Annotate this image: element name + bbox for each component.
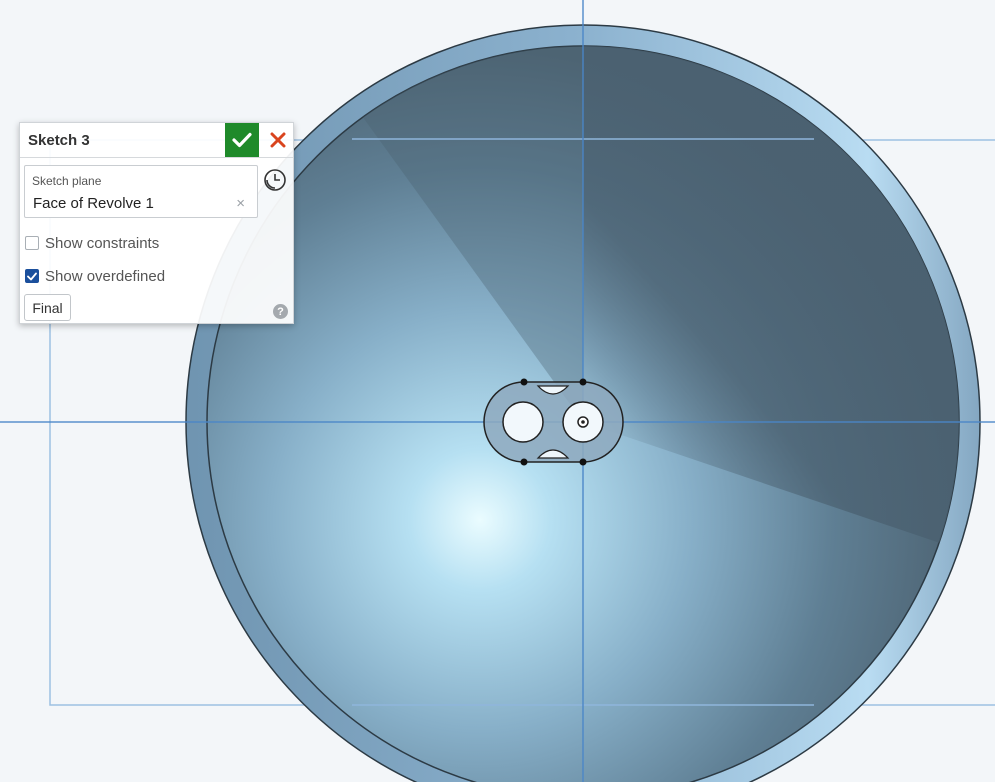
show-overdefined-checkbox[interactable] [25,269,39,283]
show-constraints-label: Show constraints [45,234,160,252]
dialog-title: Sketch 3 [28,132,90,149]
sketch-point-bottom-right[interactable] [579,458,587,466]
show-constraints-row[interactable]: Show constraints [25,233,159,253]
show-constraints-checkbox[interactable] [25,236,39,250]
show-overdefined-label: Show overdefined [45,267,166,285]
sketch-plane-label: Sketch plane [32,174,102,188]
final-button[interactable]: Final [24,294,71,321]
close-icon [270,132,286,148]
sketch-plane-field[interactable]: Sketch plane Face of Revolve 1 × [24,165,258,218]
clear-selection-icon[interactable]: × [236,195,245,212]
sketch-point-top-left[interactable] [520,378,528,386]
sketch-point-top-right[interactable] [579,378,587,386]
sketch-hole-left[interactable] [502,401,544,443]
history-button[interactable] [263,168,287,192]
sketch-profile[interactable] [483,378,624,466]
dialog-header: Sketch 3 [20,123,293,158]
3d-viewport[interactable] [0,0,995,782]
help-icon[interactable]: ? [273,304,288,319]
show-overdefined-row[interactable]: Show overdefined [25,266,165,286]
cancel-button[interactable] [261,123,295,157]
sketch-point-bottom-left[interactable] [520,458,528,466]
sketch-dialog: Sketch 3 Sketch plane Face of Revolve 1 … [19,122,294,324]
viewport-canvas[interactable] [0,0,995,782]
check-icon [27,272,37,280]
sketch-plane-value: Face of Revolve 1 [33,195,154,212]
checkmark-icon [232,132,252,148]
clock-icon [264,169,286,191]
accept-button[interactable] [225,123,259,157]
